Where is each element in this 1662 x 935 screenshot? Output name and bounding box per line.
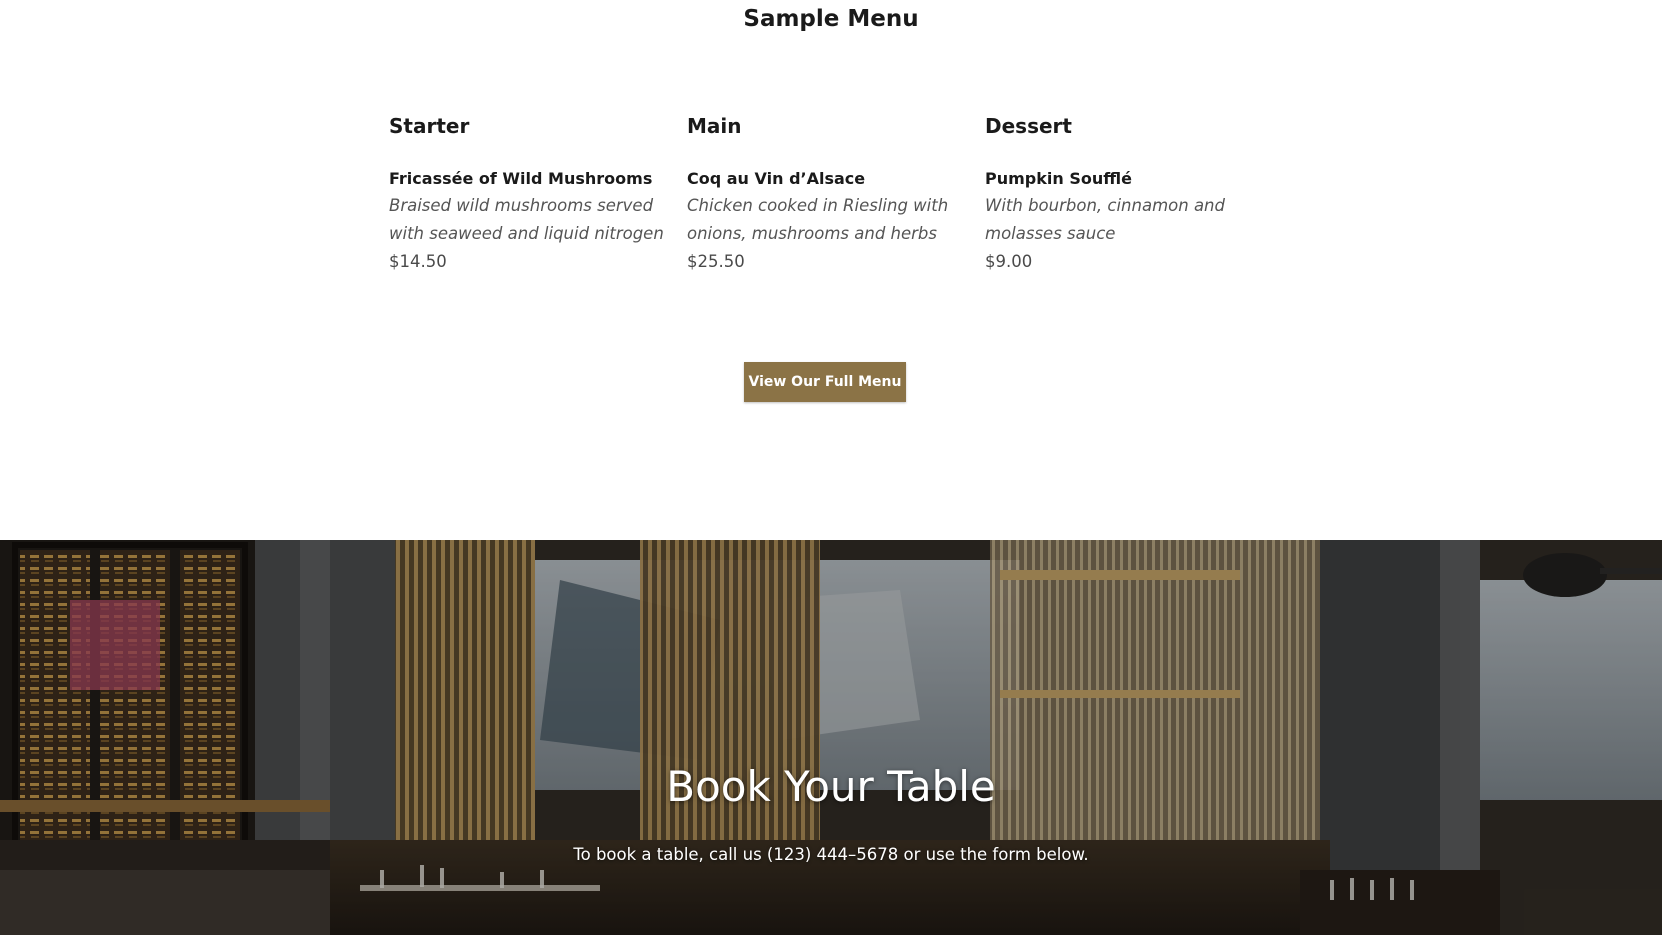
dish-description: With bourbon, cinnamon and [985, 196, 1225, 215]
hero-overlay [0, 540, 1662, 935]
dish-name: Pumpkin Soufflé [985, 169, 1132, 188]
view-full-menu-button[interactable]: View Our Full Menu [744, 362, 906, 402]
dish-price: $9.00 [985, 252, 1033, 271]
book-table-title: Book Your Table [666, 762, 996, 811]
course-dessert: Dessert Pumpkin Soufflé With bourbon, ci… [985, 114, 1265, 276]
course-heading: Starter [389, 114, 470, 138]
dish-description: molasses sauce [985, 224, 1116, 243]
course-main: Main Coq au Vin d’Alsace Chicken cooked … [687, 114, 967, 276]
dish-name: Coq au Vin d’Alsace [687, 169, 866, 188]
course-heading: Dessert [985, 114, 1072, 138]
dish-description: Chicken cooked in Riesling with [687, 196, 949, 215]
dish-description: Braised wild mushrooms served [389, 196, 654, 215]
dish-description: onions, mushrooms and herbs [687, 224, 937, 243]
book-table-subtitle: To book a table, call us (123) 444–5678 … [573, 845, 1089, 864]
course-starter: Starter Fricassée of Wild Mushrooms Brai… [389, 114, 669, 276]
section-title: Sample Menu [743, 6, 919, 32]
book-table-section: Book Your Table To book a table, call us… [0, 540, 1662, 935]
dish-price: $25.50 [687, 252, 745, 271]
dish-name: Fricassée of Wild Mushrooms [389, 169, 653, 188]
course-heading: Main [687, 114, 742, 138]
dish-description: with seaweed and liquid nitrogen [389, 224, 664, 243]
sample-menu-section: Sample Menu Starter Fricassée of Wild Mu… [0, 0, 1662, 540]
dish-price: $14.50 [389, 252, 447, 271]
